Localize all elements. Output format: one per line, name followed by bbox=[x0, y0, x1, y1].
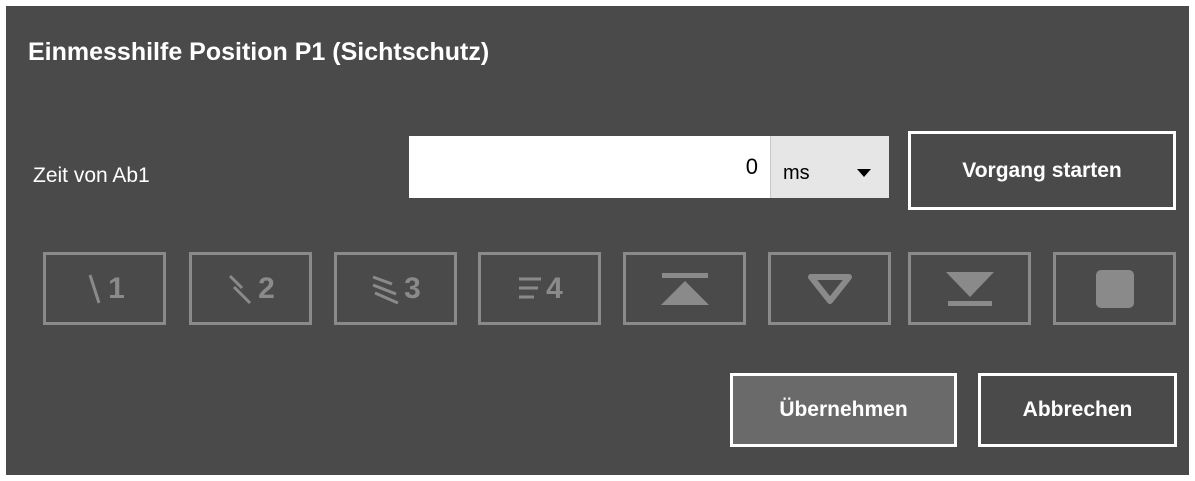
tilt-2-number: 2 bbox=[258, 271, 275, 305]
tilt-4-number: 4 bbox=[546, 271, 563, 305]
unit-value: ms bbox=[783, 162, 810, 184]
dialog: Einmesshilfe Position P1 (Sichtschutz) Z… bbox=[6, 6, 1189, 475]
tilt-4-button[interactable]: 4 bbox=[478, 252, 601, 325]
time-input[interactable] bbox=[409, 136, 770, 198]
unit-dropdown[interactable]: ms bbox=[770, 136, 889, 198]
start-process-button[interactable]: Vorgang starten bbox=[908, 131, 1176, 210]
tilt-4-icon bbox=[519, 277, 542, 298]
move-down-icon bbox=[807, 273, 852, 304]
tilt-1-number: 1 bbox=[108, 271, 125, 305]
cancel-button[interactable]: Abbrechen bbox=[978, 373, 1177, 447]
move-bottom-icon bbox=[945, 271, 994, 306]
move-up-icon bbox=[660, 272, 709, 305]
tilt-1-button[interactable]: 1 bbox=[43, 252, 166, 325]
chevron-down-icon bbox=[857, 169, 871, 177]
stop-button[interactable] bbox=[1053, 252, 1176, 325]
move-bottom-button[interactable] bbox=[908, 252, 1031, 325]
dialog-title: Einmesshilfe Position P1 (Sichtschutz) bbox=[28, 38, 490, 66]
time-label: Zeit von Ab1 bbox=[33, 164, 150, 187]
tilt-2-button[interactable]: 2 bbox=[189, 252, 312, 325]
apply-button[interactable]: Übernehmen bbox=[730, 373, 957, 447]
tilt-2-icon bbox=[229, 274, 252, 304]
tilt-1-icon bbox=[88, 274, 101, 303]
tilt-3-icon bbox=[372, 275, 399, 304]
move-down-button[interactable] bbox=[768, 252, 891, 325]
stop-icon bbox=[1095, 269, 1134, 308]
tilt-3-number: 3 bbox=[404, 271, 421, 305]
tilt-3-button[interactable]: 3 bbox=[334, 252, 457, 325]
move-up-button[interactable] bbox=[623, 252, 746, 325]
